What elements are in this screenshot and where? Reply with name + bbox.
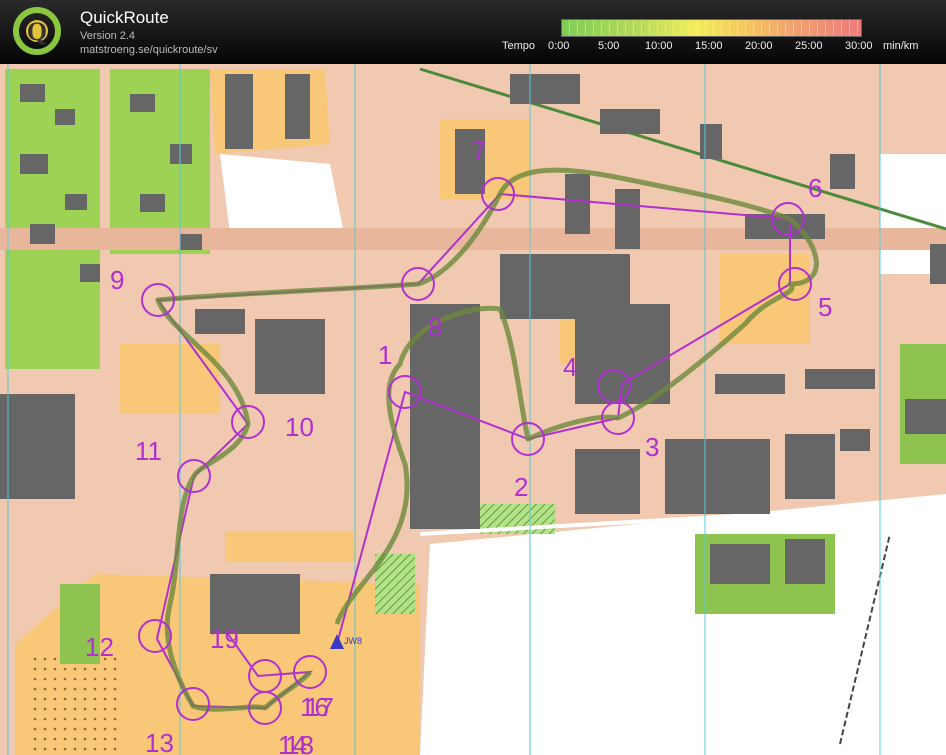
control-number: 2 (514, 472, 528, 502)
orienteering-map[interactable]: JW8 1 2 3 4 5 6 7 8 9 10 11 12 13 14 16 … (0, 64, 946, 755)
tempo-color-scale (561, 19, 862, 37)
control-number: 7 (472, 135, 486, 165)
control-number: 6 (808, 173, 822, 203)
control-number: 3 (645, 432, 659, 462)
control-number: 19 (210, 624, 239, 654)
control-number: 18 (285, 730, 314, 755)
control-number: 13 (145, 728, 174, 755)
control-number: 11 (135, 436, 162, 466)
control-number: 17 (305, 692, 334, 722)
quickroute-logo: Q (13, 7, 61, 55)
tempo-tick: 15:00 (695, 40, 723, 52)
svg-text:Q: Q (27, 17, 47, 46)
control-number: 1 (378, 340, 392, 370)
app-url[interactable]: matstroeng.se/quickroute/sv (80, 44, 218, 56)
app-version: Version 2.4 (80, 30, 136, 42)
control-number: 12 (85, 632, 114, 662)
control-number: 9 (110, 265, 124, 295)
white-forest-north (220, 154, 345, 239)
rough-open-sw (30, 654, 120, 754)
tempo-tick: 10:00 (645, 40, 673, 52)
tempo-tick: 25:00 (795, 40, 823, 52)
app-header: Q QuickRoute Version 2.4 matstroeng.se/q… (0, 0, 946, 64)
tempo-tick: 30:00 (845, 40, 873, 52)
tempo-tick: 5:00 (598, 40, 620, 52)
tempo-label: Tempo (502, 40, 536, 52)
tempo-unit: min/km (883, 40, 919, 52)
app-title: QuickRoute (80, 8, 169, 27)
open-land-s (225, 532, 355, 562)
start-label: JW8 (344, 636, 362, 646)
control-number: 8 (428, 312, 442, 342)
tempo-tick: 0:00 (548, 40, 570, 52)
green-area-west-2 (110, 69, 210, 254)
control-number: 4 (563, 352, 577, 382)
control-number: 10 (285, 412, 314, 442)
control-number: 5 (818, 292, 832, 322)
green-area-west (5, 69, 100, 369)
tempo-tick: 20:00 (745, 40, 773, 52)
